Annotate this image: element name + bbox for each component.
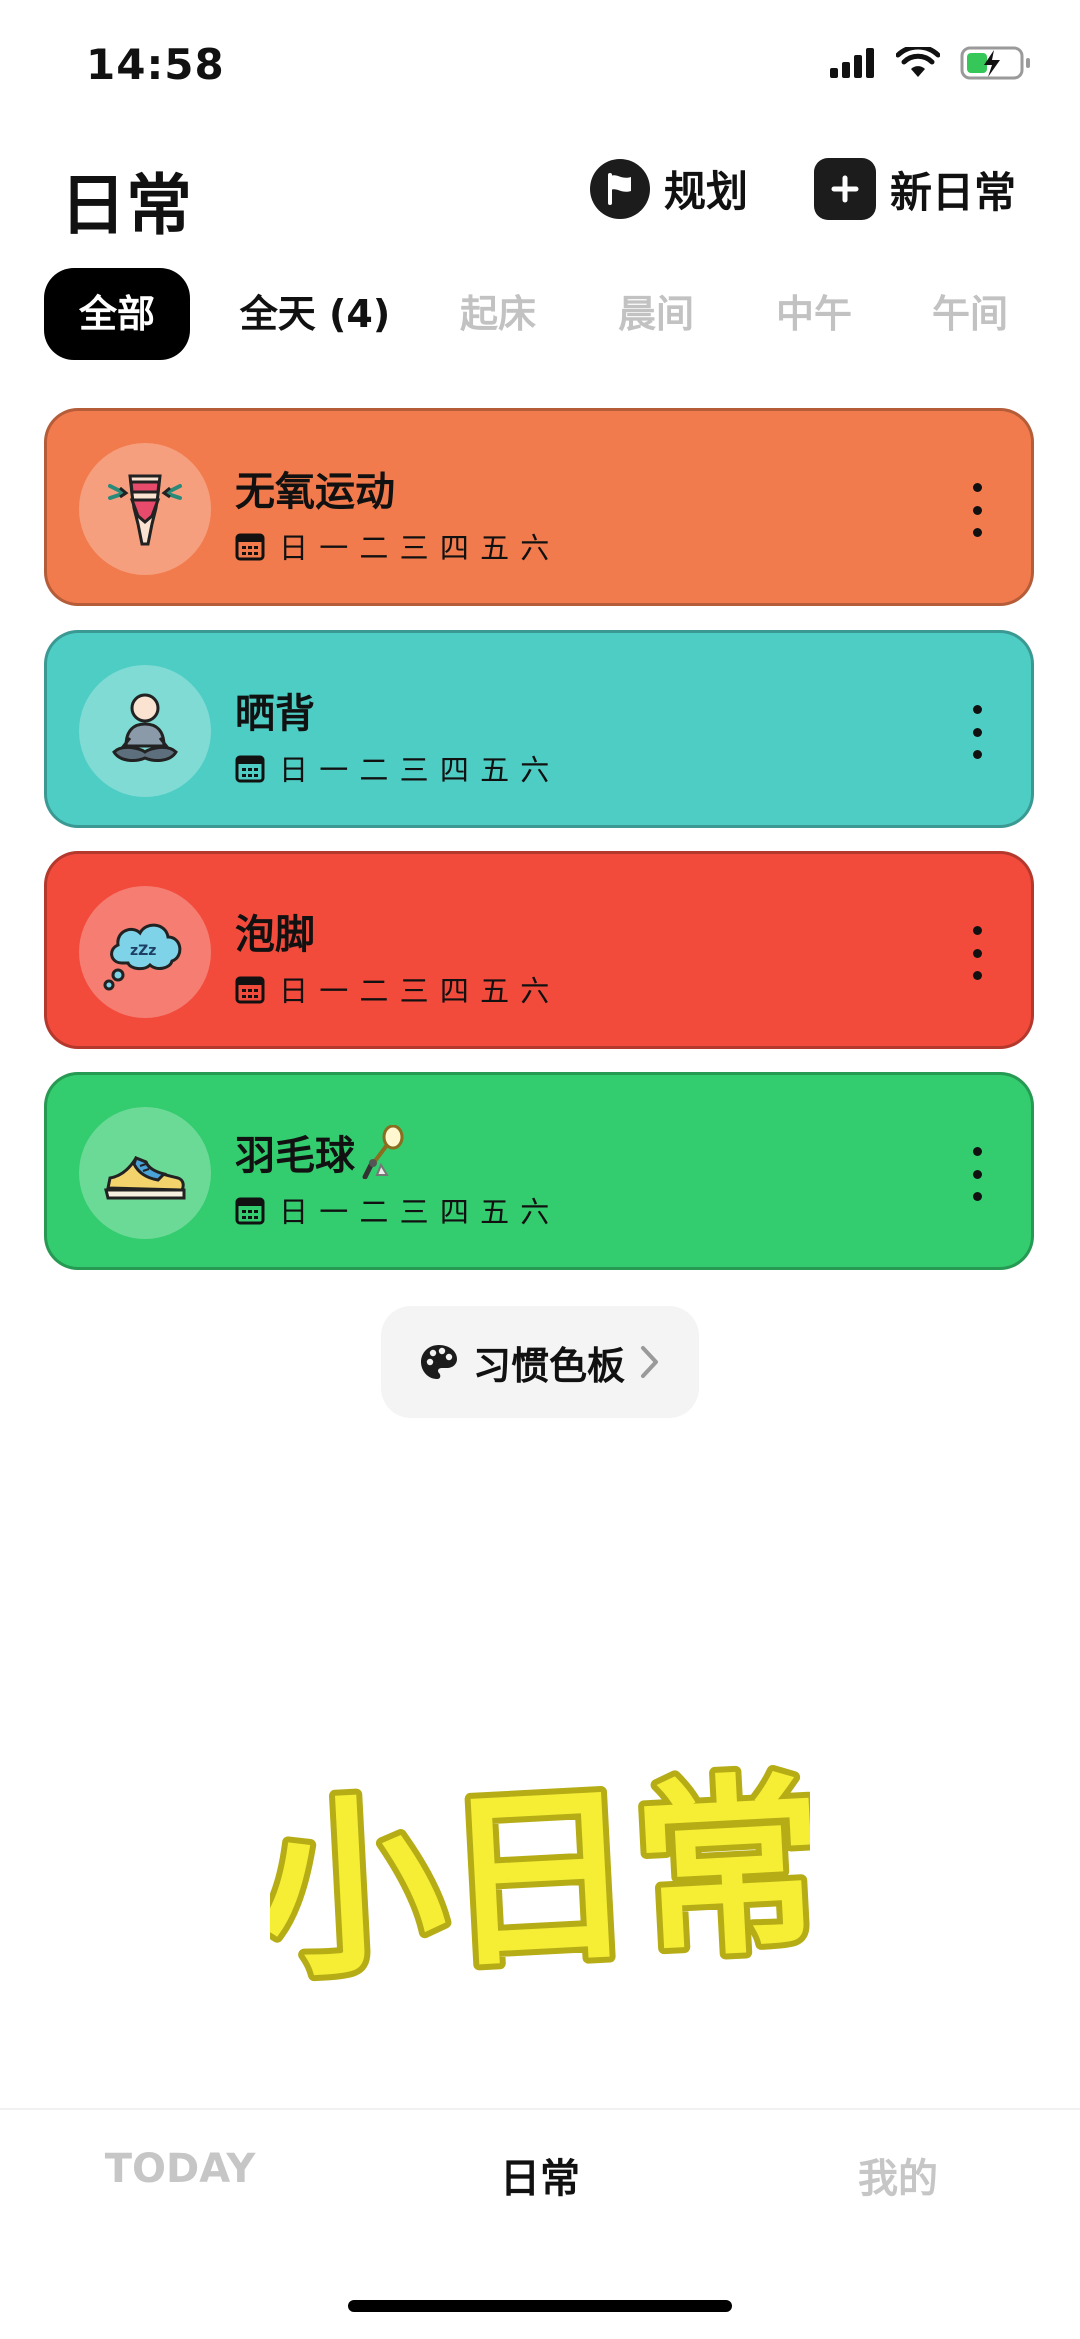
badminton-emoji	[362, 1125, 404, 1179]
calendar-icon	[235, 533, 265, 561]
routine-card[interactable]: 无氧运动 日 一 二 三 四 五 六	[44, 408, 1034, 606]
routine-card[interactable]: 羽毛球 日 一 二 三 四 五 六	[44, 1072, 1034, 1270]
home-indicator	[348, 2300, 732, 2312]
routine-name: 晒背	[235, 691, 315, 737]
more-options-icon[interactable]	[967, 1147, 987, 1201]
cellular-signal-icon	[830, 48, 874, 78]
more-options-icon[interactable]	[967, 483, 987, 537]
plan-button[interactable]: 规划	[590, 158, 748, 219]
calendar-icon	[235, 1197, 265, 1225]
tab-all[interactable]: 全部	[44, 268, 190, 360]
status-icons	[830, 46, 1032, 80]
fitness-body-icon	[79, 443, 211, 575]
routine-name: 羽毛球	[235, 1123, 405, 1181]
status-bar: 14:58	[0, 0, 1080, 130]
new-routine-button[interactable]: 新日常	[814, 158, 1016, 220]
tab-afternoon[interactable]: 午间	[920, 268, 1020, 360]
app-logo: 小日常	[270, 1748, 810, 2000]
nav-mine[interactable]: 我的	[778, 2146, 1018, 2204]
flag-icon	[590, 158, 650, 219]
new-routine-label: 新日常	[890, 167, 1017, 217]
tab-noon[interactable]: 中午	[764, 268, 864, 360]
nav-routines[interactable]: 日常	[420, 2146, 660, 2204]
routine-days: 日 一 二 三 四 五 六	[279, 753, 551, 787]
app-logo-text: 小日常	[270, 1754, 810, 2000]
calendar-icon	[235, 976, 265, 1004]
plan-label: 规划	[664, 167, 749, 216]
meditation-person-icon	[79, 665, 211, 797]
nav-today[interactable]: TODAY	[60, 2146, 300, 2192]
routine-schedule: 日 一 二 三 四 五 六	[235, 525, 550, 567]
tab-morning[interactable]: 晨间	[606, 268, 706, 360]
tab-wake-up[interactable]: 起床	[448, 268, 548, 360]
routine-card[interactable]: 晒背 日 一 二 三 四 五 六	[44, 630, 1034, 828]
routine-card[interactable]: zZz 泡脚 日 一 二 三 四 五 六	[44, 851, 1034, 1049]
header: 日常 规划 新日常	[0, 140, 1080, 250]
more-options-icon[interactable]	[967, 705, 987, 759]
calendar-icon	[235, 755, 265, 783]
routine-schedule: 日 一 二 三 四 五 六	[235, 747, 550, 789]
routine-schedule: 日 一 二 三 四 五 六	[235, 1189, 550, 1231]
routine-schedule: 日 一 二 三 四 五 六	[235, 968, 550, 1010]
time-filter-tabs: 全部 全天 (4) 起床 晨间 中午 午间	[44, 268, 1044, 360]
status-time: 14:58	[86, 40, 225, 89]
habit-palette-button[interactable]: 习惯色板	[381, 1306, 699, 1418]
routine-days: 日 一 二 三 四 五 六	[279, 974, 551, 1008]
palette-icon	[420, 1345, 457, 1379]
svg-text:zZz: zZz	[130, 943, 156, 959]
routine-days: 日 一 二 三 四 五 六	[279, 531, 551, 565]
routine-name: 泡脚	[235, 912, 315, 958]
sneaker-icon	[79, 1107, 211, 1239]
chevron-right-icon	[641, 1346, 658, 1378]
plus-icon	[814, 158, 876, 220]
routine-name: 无氧运动	[235, 469, 395, 515]
wifi-icon	[896, 47, 940, 77]
habit-palette-label: 习惯色板	[472, 1343, 625, 1388]
tab-all-day[interactable]: 全天 (4)	[230, 268, 400, 360]
sleep-cloud-icon: zZz	[79, 886, 211, 1018]
battery-charging-icon	[960, 46, 1030, 80]
more-options-icon[interactable]	[967, 926, 987, 980]
routine-days: 日 一 二 三 四 五 六	[279, 1195, 551, 1229]
page-title: 日常	[60, 167, 192, 244]
